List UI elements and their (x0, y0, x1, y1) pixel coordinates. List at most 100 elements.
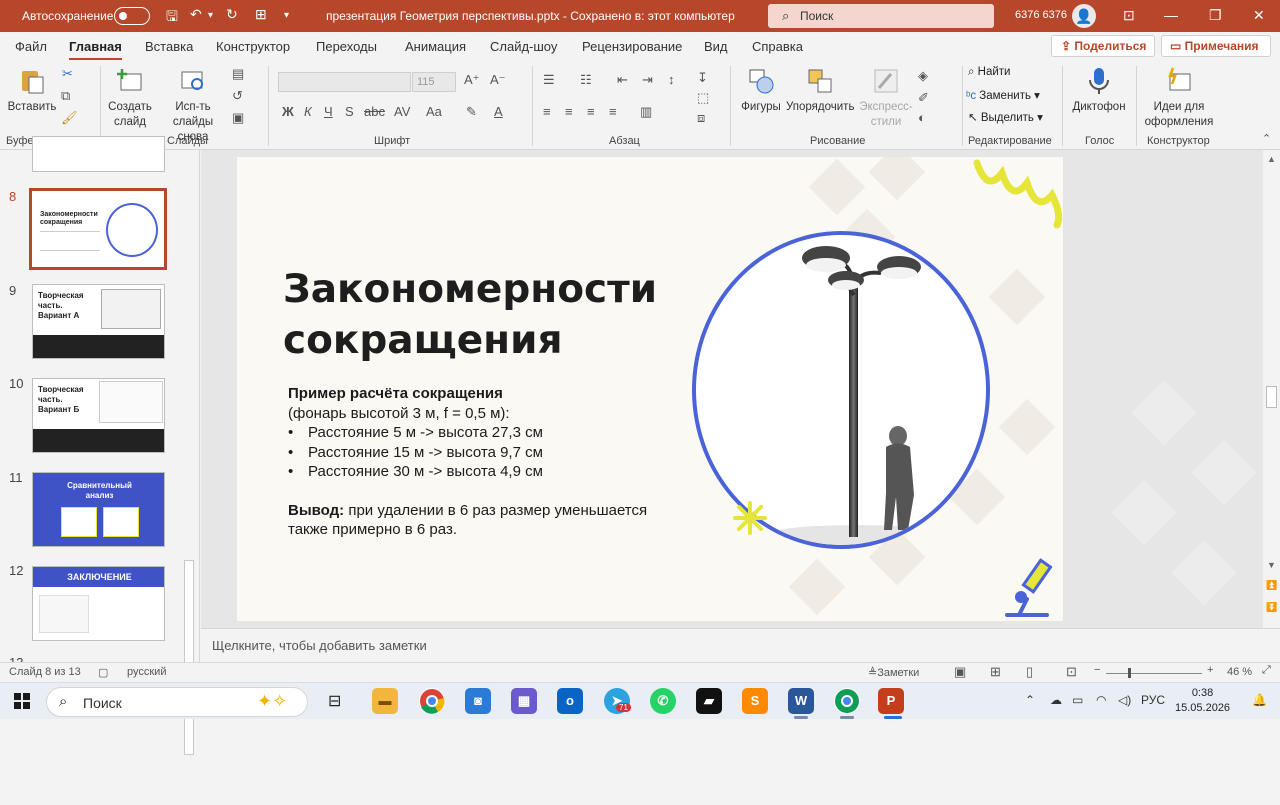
chrome-profile-icon[interactable] (834, 688, 860, 714)
grow-font-icon[interactable]: A⁺ (464, 72, 480, 88)
columns-icon[interactable]: ▥ (640, 104, 652, 120)
replace-button[interactable]: ᵇc Заменить ▾ (966, 88, 1040, 102)
slide-thumbnail-12[interactable]: ЗАКЛЮЧЕНИЕ (32, 566, 165, 641)
shape-effects-icon[interactable]: ◐ (918, 110, 926, 125)
redo-icon[interactable]: ↻ (226, 6, 238, 23)
slide-scroll-thumb[interactable] (1266, 386, 1277, 408)
font-size-input[interactable]: 115 (412, 72, 456, 92)
decrease-indent-icon[interactable]: ⇤ (617, 72, 628, 88)
slide-sorter-icon[interactable]: ⊞ (990, 664, 1001, 680)
avatar[interactable]: 👤 (1072, 4, 1096, 28)
tab-transitions[interactable]: Переходы (316, 39, 377, 54)
find-button[interactable]: ⌕ Найти (968, 66, 1010, 79)
tab-review[interactable]: Рецензирование (582, 39, 682, 54)
line-spacing-icon[interactable]: ↕ (668, 72, 675, 87)
chrome-icon[interactable] (419, 688, 445, 714)
panel-scroll-thumb[interactable] (184, 560, 194, 755)
onedrive-icon[interactable]: ☁ (1050, 693, 1062, 707)
present-icon[interactable]: ⊞ (255, 6, 267, 23)
slide-body-text[interactable]: Пример расчёта сокращения (фонарь высото… (288, 384, 647, 540)
minimize-icon[interactable]: — (1164, 7, 1178, 23)
clock[interactable]: 0:38 15.05.2026 (1175, 686, 1230, 716)
copy-icon[interactable]: ⧉ (61, 88, 70, 104)
text-direction-icon[interactable]: ↧ (697, 70, 708, 86)
normal-view-icon[interactable]: ▣ (954, 664, 966, 680)
task-view-icon[interactable]: ⊟ (328, 691, 341, 711)
sublime-icon[interactable]: S (742, 688, 768, 714)
photos-icon[interactable]: ▦ (511, 688, 537, 714)
justify-icon[interactable]: ≡ (609, 104, 617, 119)
dictate-button[interactable]: Диктофон (1068, 66, 1130, 115)
font-family-input[interactable] (278, 72, 411, 92)
smartart-icon[interactable]: ⧈ (697, 110, 705, 126)
align-text-icon[interactable]: ⬚ (697, 90, 709, 106)
slide-scrollbar[interactable]: ▲ ▼ ⏫ ⏬ (1263, 150, 1280, 628)
fit-slide-icon[interactable]: ⤢ (1262, 664, 1271, 677)
close-icon[interactable]: ✕ (1253, 7, 1265, 24)
zoom-in-icon[interactable]: + (1207, 664, 1213, 676)
tab-slideshow[interactable]: Слайд-шоу (490, 39, 557, 54)
underline-icon[interactable]: Ч (324, 104, 333, 119)
slide-thumbnail-8[interactable]: Закономерности сокращения (29, 188, 167, 270)
new-slide-button[interactable]: Создать слайд (104, 66, 156, 130)
volume-icon[interactable]: ◁) (1118, 693, 1131, 707)
shapes-button[interactable]: Фигуры (738, 66, 784, 115)
tab-file[interactable]: Файл (15, 39, 47, 54)
align-right-icon[interactable]: ≡ (587, 104, 595, 119)
scroll-down-icon[interactable]: ▼ (1267, 560, 1276, 570)
file-explorer-icon[interactable]: ▬ (372, 688, 398, 714)
align-center-icon[interactable]: ≡ (565, 104, 573, 119)
zoom-out-icon[interactable]: − (1094, 664, 1100, 676)
store-icon[interactable]: ◙ (465, 688, 491, 714)
slide-thumbnail-7[interactable] (32, 136, 165, 172)
shape-outline-icon[interactable]: ✐ (918, 90, 929, 106)
customize-qat-icon[interactable]: ▾ (284, 10, 289, 21)
bullets-icon[interactable]: ☰ (543, 72, 555, 88)
layout-icon[interactable]: ▤ (232, 66, 244, 82)
language[interactable]: русский (127, 666, 166, 678)
slide-thumbnail-9[interactable]: Творческая часть. Вариант А (32, 284, 165, 359)
word-icon[interactable]: W (788, 688, 814, 714)
designer-button[interactable]: Идеи для оформления (1142, 66, 1216, 130)
autosave-toggle[interactable] (114, 7, 150, 25)
zoom-slider[interactable] (1106, 673, 1202, 674)
strikethrough-icon[interactable]: abc (364, 104, 385, 119)
select-button[interactable]: ↖ Выделить ▾ (968, 110, 1043, 124)
undo-icon[interactable]: ↶ (190, 6, 202, 23)
notion-icon[interactable]: ▰ (696, 688, 722, 714)
shadow-icon[interactable]: S (345, 104, 354, 119)
previous-slide-icon[interactable]: ⏫ (1266, 580, 1277, 591)
restore-icon[interactable]: ❐ (1209, 7, 1222, 24)
format-painter-icon[interactable]: 🖌 (61, 110, 78, 126)
italic-icon[interactable]: К (304, 104, 312, 119)
spellcheck-icon[interactable]: ▢ (98, 666, 108, 679)
numbering-icon[interactable]: ☷ (580, 72, 592, 88)
windows-start-icon[interactable] (14, 693, 30, 709)
notifications-icon[interactable]: 🔔 (1252, 693, 1267, 707)
quick-styles-button[interactable]: Экспресс- стили (856, 66, 916, 130)
powerpoint-icon[interactable]: P (878, 688, 904, 714)
tab-view[interactable]: Вид (704, 39, 728, 54)
save-icon[interactable]: 🖫 (166, 6, 178, 30)
zoom-level[interactable]: 46 % (1227, 666, 1252, 678)
battery-icon[interactable]: ▭ (1072, 693, 1083, 707)
font-color-icon[interactable]: A (494, 104, 503, 119)
share-button[interactable]: ⇪ Поделиться (1051, 35, 1155, 57)
ribbon-display-icon[interactable]: ⊡ (1123, 7, 1135, 24)
user-name[interactable]: 6376 6376 (1015, 9, 1067, 21)
search-box[interactable]: ⌕ Поиск (768, 4, 994, 28)
panel-scrollbar[interactable] (183, 310, 195, 805)
align-left-icon[interactable]: ≡ (543, 104, 551, 119)
increase-indent-icon[interactable]: ⇥ (642, 72, 653, 88)
highlight-icon[interactable]: ✎ (466, 104, 477, 120)
bold-icon[interactable]: Ж (282, 104, 294, 119)
spacing-icon[interactable]: AV (394, 104, 410, 119)
tab-help[interactable]: Справка (752, 39, 803, 54)
taskbar-search[interactable]: ⌕ Поиск ✦✧ (46, 687, 308, 717)
tab-insert[interactable]: Вставка (145, 39, 193, 54)
reuse-slides-button[interactable]: Исп-ть слайды снова (158, 66, 228, 145)
collapse-ribbon-icon[interactable]: ⌃ (1262, 132, 1271, 145)
notes-toggle-button[interactable]: ≜Заметки (868, 666, 919, 679)
scroll-up-icon[interactable]: ▲ (1267, 154, 1276, 164)
section-icon[interactable]: ▣ (232, 110, 244, 126)
